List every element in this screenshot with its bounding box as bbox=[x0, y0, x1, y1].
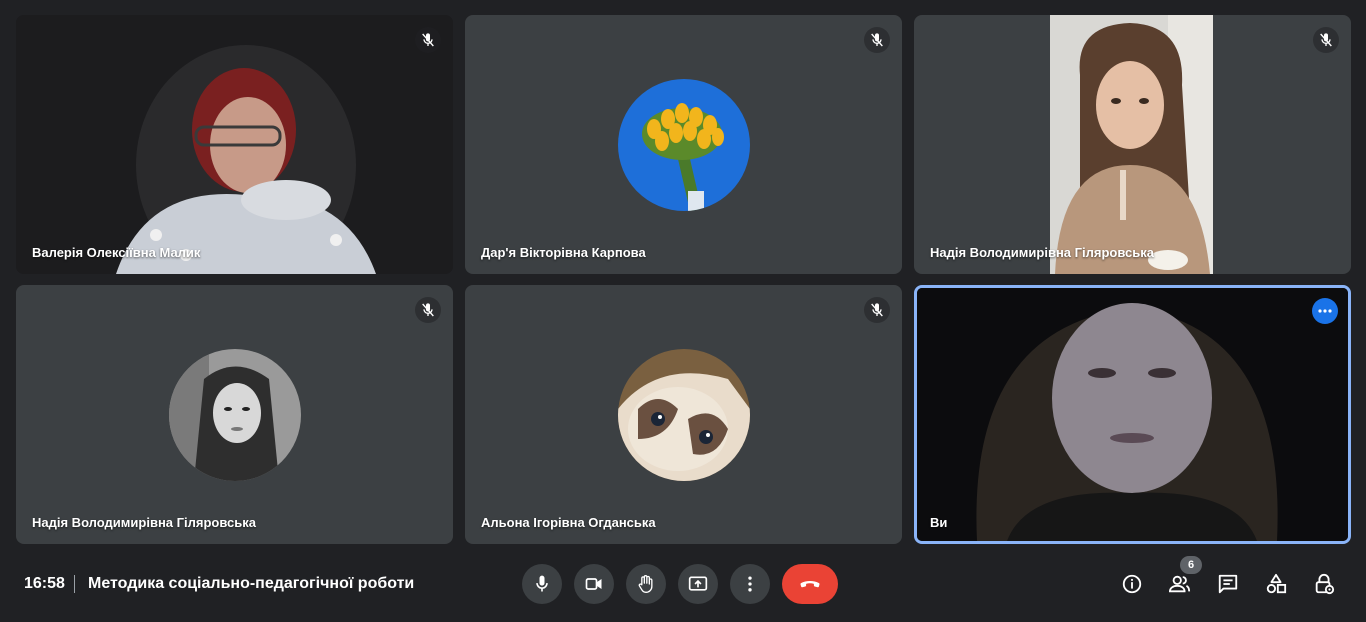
camera-button[interactable] bbox=[574, 564, 614, 604]
activities-icon bbox=[1266, 573, 1287, 594]
participant-grid: Валерія Олексіївна Малик Дар'я Вікторівн… bbox=[16, 15, 1351, 544]
avatar bbox=[617, 348, 750, 481]
raise-hand-button[interactable] bbox=[626, 564, 666, 604]
participant-tile[interactable]: Дар'я Вікторівна Карпова bbox=[465, 15, 902, 274]
mic-off-icon bbox=[864, 27, 890, 53]
participant-name: Дар'я Вікторівна Карпова bbox=[481, 245, 646, 260]
self-video bbox=[917, 288, 1348, 541]
divider bbox=[74, 575, 75, 593]
participant-tile[interactable]: Валерія Олексіївна Малик bbox=[16, 15, 453, 274]
activities-button[interactable] bbox=[1258, 566, 1294, 602]
meeting-title: Методика соціально-педагогічної роботи bbox=[88, 575, 415, 592]
participant-name: Надія Володимирівна Гіляровська bbox=[32, 515, 256, 530]
mic-icon bbox=[536, 575, 548, 592]
self-tile[interactable]: Ви bbox=[914, 285, 1351, 544]
participant-tile[interactable]: Альона Ігорівна Огданська bbox=[465, 285, 902, 544]
info-icon bbox=[1122, 574, 1142, 594]
people-icon bbox=[1168, 575, 1191, 593]
bottom-bar: 16:58 Методика соціально-педагогічної ро… bbox=[0, 548, 1366, 622]
participant-name: Альона Ігорівна Огданська bbox=[481, 515, 656, 530]
info-button[interactable] bbox=[1114, 566, 1150, 602]
more-button[interactable] bbox=[730, 564, 770, 604]
people-count-badge: 6 bbox=[1180, 556, 1202, 574]
raise-hand-icon bbox=[638, 575, 653, 593]
more-options-icon[interactable] bbox=[1312, 298, 1338, 324]
mic-button[interactable] bbox=[522, 564, 562, 604]
chat-button[interactable] bbox=[1210, 566, 1246, 602]
participant-video bbox=[1050, 15, 1213, 274]
participant-name: Надія Володимирівна Гіляровська bbox=[930, 245, 1154, 260]
present-button[interactable] bbox=[678, 564, 718, 604]
camera-icon bbox=[585, 578, 602, 590]
participant-name: Ви bbox=[930, 515, 948, 530]
end-call-icon bbox=[800, 581, 820, 588]
mic-off-icon bbox=[415, 27, 441, 53]
mic-off-icon bbox=[415, 297, 441, 323]
more-vert-icon bbox=[748, 576, 752, 592]
participant-name: Валерія Олексіївна Малик bbox=[32, 245, 201, 260]
clock: 16:58 bbox=[24, 575, 65, 592]
end-call-button[interactable] bbox=[782, 564, 838, 604]
participant-tile[interactable]: Надія Володимирівна Гіляровська bbox=[914, 15, 1351, 274]
mic-off-icon bbox=[864, 297, 890, 323]
avatar bbox=[168, 348, 301, 481]
host-controls-button[interactable] bbox=[1306, 566, 1342, 602]
avatar bbox=[617, 78, 750, 211]
participant-tile[interactable]: Надія Володимирівна Гіляровська bbox=[16, 285, 453, 544]
present-icon bbox=[688, 576, 708, 591]
host-controls-icon bbox=[1315, 573, 1335, 595]
chat-icon bbox=[1218, 574, 1238, 594]
participant-video bbox=[16, 15, 453, 274]
mic-off-icon bbox=[1313, 27, 1339, 53]
